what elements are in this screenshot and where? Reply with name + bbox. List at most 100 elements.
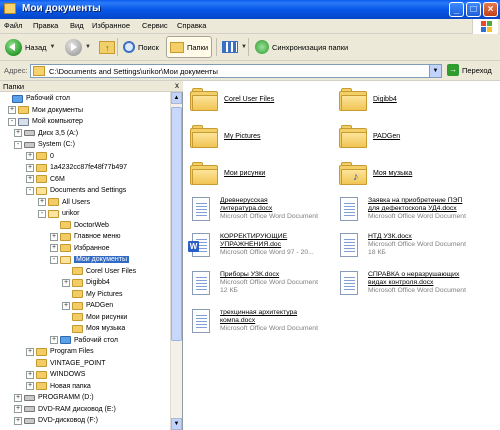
folder-item[interactable]: PADGen bbox=[339, 124, 400, 148]
tree-node[interactable]: My Pictures bbox=[62, 289, 123, 300]
tree-node[interactable]: Моя музыка bbox=[62, 323, 125, 334]
tree-node-label: Program Files bbox=[50, 348, 94, 355]
collapse-icon[interactable]: - bbox=[26, 186, 34, 195]
document-item[interactable]: Приборы УЗК.docx Microsoft Office Word D… bbox=[188, 271, 318, 297]
tree-node[interactable]: +0 bbox=[26, 151, 54, 162]
tree-node[interactable]: DoctorWeb bbox=[50, 220, 109, 231]
expand-icon[interactable]: + bbox=[62, 278, 70, 287]
expand-icon[interactable]: + bbox=[14, 129, 22, 137]
expand-icon[interactable]: + bbox=[14, 405, 22, 413]
tree-node[interactable]: Мои рисунки bbox=[62, 312, 127, 323]
expand-icon[interactable]: + bbox=[50, 244, 58, 252]
views-button[interactable]: ▼ bbox=[219, 36, 250, 58]
expand-icon[interactable]: + bbox=[62, 301, 70, 310]
close-button[interactable]: × bbox=[483, 2, 498, 17]
folder-icon bbox=[36, 163, 47, 172]
tree-node[interactable]: + Главное меню bbox=[50, 231, 121, 242]
tree-node[interactable]: + DVD-дисковод (F:) bbox=[14, 415, 98, 426]
tree-node[interactable]: + PROGRAMM (D:) bbox=[14, 392, 94, 403]
document-item[interactable]: трехцинная архитектура компа.docx Micros… bbox=[188, 309, 318, 335]
menu-file[interactable]: Файл bbox=[4, 21, 22, 30]
folder-item[interactable]: Corel User Files bbox=[190, 87, 274, 111]
folders-scrollbar[interactable]: ▲ ▼ bbox=[170, 92, 182, 430]
address-dropdown-button[interactable]: ▼ bbox=[429, 65, 441, 77]
up-button[interactable]: ↑ bbox=[96, 36, 118, 58]
expand-icon[interactable]: + bbox=[14, 393, 22, 402]
expand-icon[interactable]: + bbox=[26, 163, 34, 172]
folders-pane: Папки x Рабочий стол + Мои документы - Мой к… bbox=[0, 81, 183, 430]
search-button[interactable]: Поиск bbox=[120, 36, 162, 58]
document-item[interactable]: НТД УЗК.docx Microsoft Office Word Docum… bbox=[336, 233, 466, 259]
tree-node[interactable]: + WINDOWS bbox=[26, 369, 85, 380]
folder-name: Digibb4 bbox=[373, 96, 397, 103]
expand-icon[interactable]: + bbox=[38, 198, 46, 206]
tree-node[interactable]: + Digibb4 bbox=[62, 277, 110, 288]
folder-item[interactable]: My Pictures bbox=[190, 124, 261, 148]
close-pane-button[interactable]: x bbox=[175, 81, 179, 90]
document-item[interactable]: W КОРРЕКТИРУЮЩИЕ УПРАЖНЕНИЯ.doc Microsof… bbox=[188, 233, 314, 259]
menu-tools[interactable]: Сервис bbox=[142, 21, 168, 30]
scroll-up-button[interactable]: ▲ bbox=[171, 92, 182, 104]
tree-node[interactable]: + Избранное bbox=[50, 243, 109, 254]
tree-node[interactable]: + C6M bbox=[26, 174, 65, 185]
views-icon bbox=[222, 41, 238, 53]
expand-icon[interactable]: + bbox=[26, 370, 34, 379]
tree-node[interactable]: - Documents and Settings bbox=[26, 185, 126, 196]
folder-icon bbox=[72, 278, 83, 287]
go-button[interactable]: → Переход bbox=[447, 64, 492, 76]
menu-edit[interactable]: Правка bbox=[33, 21, 58, 30]
sync-folder-button[interactable]: Синхронизация папки bbox=[252, 36, 351, 58]
scroll-thumb[interactable] bbox=[171, 107, 182, 341]
folder-icon bbox=[48, 198, 59, 206]
document-item[interactable]: Заявка на приобретение ПЭП для дефектоск… bbox=[336, 197, 466, 223]
expand-icon[interactable]: + bbox=[50, 336, 58, 344]
collapse-icon[interactable]: - bbox=[38, 209, 46, 218]
menu-view[interactable]: Вид bbox=[70, 21, 84, 30]
tree-node[interactable]: + DVD-RAM дисковод (E:) bbox=[14, 404, 116, 415]
expand-icon[interactable]: + bbox=[26, 347, 34, 356]
expand-icon[interactable]: + bbox=[50, 232, 58, 241]
tree-node[interactable]: Corel User Files bbox=[62, 266, 136, 277]
tree-node[interactable]: - Мои документы bbox=[50, 254, 130, 265]
folder-item[interactable]: Digibb4 bbox=[339, 87, 397, 111]
folder-item[interactable]: ♪ Моя музыка bbox=[339, 161, 412, 185]
forward-button[interactable]: ▼ bbox=[62, 36, 94, 58]
tree-node[interactable]: + Новая папка bbox=[26, 381, 91, 392]
document-item[interactable]: Древнерусская литература.docx Microsoft … bbox=[188, 197, 318, 223]
document-name: трехцинная архитектура bbox=[220, 309, 298, 316]
document-item[interactable]: СПРАВКА о неразрушающих видах контроля.d… bbox=[336, 271, 466, 297]
tree-node[interactable]: - Мой компьютер bbox=[8, 116, 83, 127]
minimize-button[interactable]: _ bbox=[449, 2, 464, 17]
expand-icon[interactable]: + bbox=[26, 152, 34, 160]
menu-favorites[interactable]: Избранное bbox=[92, 21, 130, 30]
expand-icon bbox=[62, 290, 70, 298]
expand-icon[interactable]: + bbox=[26, 382, 34, 390]
tree-node[interactable]: + PADGen bbox=[62, 300, 113, 311]
expand-icon[interactable]: + bbox=[26, 175, 34, 183]
folders-button[interactable]: Папки bbox=[166, 36, 213, 58]
tree-node[interactable]: - urikor bbox=[38, 208, 80, 219]
tree-node[interactable]: +1a4232cc87fe48f77b497 bbox=[26, 162, 127, 173]
address-input[interactable]: C:\Documents and Settings\urikor\Мои док… bbox=[30, 64, 442, 78]
tree-node[interactable]: Рабочий стол bbox=[2, 93, 70, 104]
tree-node-label: Диск 3,5 (A:) bbox=[38, 129, 79, 137]
tree-node[interactable]: + All Users bbox=[38, 197, 90, 208]
scroll-down-button[interactable]: ▼ bbox=[171, 418, 182, 430]
menu-help[interactable]: Справка bbox=[177, 21, 206, 30]
tree-node[interactable]: VINTAGE_POINT bbox=[26, 358, 106, 369]
maximize-button[interactable]: □ bbox=[466, 2, 481, 17]
expand-icon[interactable]: + bbox=[8, 106, 16, 114]
expand-icon[interactable]: + bbox=[14, 416, 22, 425]
tree-node-label: Corel User Files bbox=[86, 267, 137, 275]
collapse-icon[interactable]: - bbox=[50, 255, 58, 264]
tree-node[interactable]: + Program Files bbox=[26, 346, 94, 357]
tree-node[interactable]: + Диск 3,5 (A:) bbox=[14, 128, 78, 139]
collapse-icon[interactable]: - bbox=[8, 117, 16, 126]
folder-icon bbox=[72, 313, 83, 321]
folder-item[interactable]: Мои рисунки bbox=[190, 161, 265, 185]
back-button[interactable]: Назад ▼ bbox=[2, 36, 58, 58]
tree-node[interactable]: + Мои документы bbox=[8, 105, 83, 116]
collapse-icon[interactable]: - bbox=[14, 140, 22, 149]
tree-node[interactable]: + Рабочий стол bbox=[50, 335, 118, 346]
tree-node[interactable]: - System (C:) bbox=[14, 139, 75, 150]
